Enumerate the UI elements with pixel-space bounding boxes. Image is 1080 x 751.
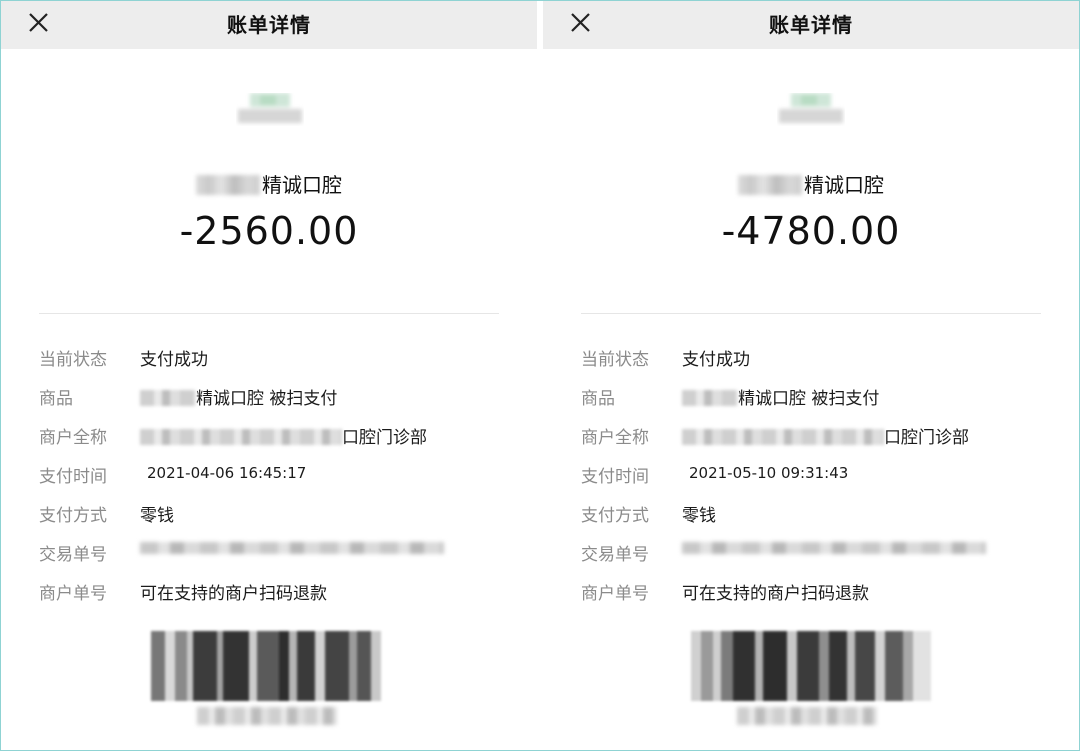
detail-label: 支付时间: [581, 467, 649, 487]
divider: [39, 313, 499, 314]
detail-label: 商户全称: [39, 428, 107, 448]
detail-value: 口腔门诊部: [140, 423, 427, 448]
redacted-text: [682, 429, 884, 445]
detail-value: 零钱: [140, 506, 174, 526]
header-bar: 账单详情: [543, 1, 1079, 49]
detail-value: 2021-05-10 09:31:43: [689, 464, 849, 482]
merchant-name: 精诚口腔: [543, 169, 1079, 198]
detail-label: 支付方式: [39, 506, 107, 526]
detail-value: 支付成功: [140, 350, 208, 370]
detail-label: 支付时间: [39, 467, 107, 487]
detail-value: 精诚口腔 被扫支付: [682, 384, 879, 409]
redacted-barcode-number: [197, 707, 337, 725]
header-bar: 账单详情: [1, 1, 537, 49]
product-text: 精诚口腔 被扫支付: [738, 389, 880, 409]
detail-label: 商户单号: [581, 584, 649, 604]
page-title: 账单详情: [227, 13, 311, 37]
merchant-name: 精诚口腔: [1, 169, 537, 198]
bill-detail-panel-left: 账单详情 精诚口腔 -2560.00 当前状态 支付成功 商品 精诚口腔 被扫支…: [1, 1, 537, 749]
merchant-logo-icon: [236, 93, 304, 127]
redacted-text: [140, 429, 342, 445]
redacted-barcode-number: [737, 707, 877, 725]
bill-detail-panel-right: 账单详情 精诚口腔 -4780.00 当前状态 支付成功 商品 精诚口腔 被扫支…: [543, 1, 1079, 749]
detail-value: 可在支持的商户扫码退款: [140, 584, 327, 604]
merchant-logo-icon: [777, 93, 845, 127]
detail-value: 口腔门诊部: [682, 423, 969, 448]
merchant-fullname-text: 口腔门诊部: [342, 428, 427, 448]
detail-label: 交易单号: [39, 545, 107, 565]
detail-value: 支付成功: [682, 350, 750, 370]
divider: [581, 313, 1041, 314]
detail-value[interactable]: [140, 540, 444, 560]
barcode-icon[interactable]: [691, 631, 931, 701]
merchant-name-text: 精诚口腔: [262, 173, 342, 197]
detail-label: 当前状态: [581, 350, 649, 370]
detail-label: 商品: [581, 389, 615, 409]
barcode-icon[interactable]: [151, 631, 381, 701]
detail-value: 可在支持的商户扫码退款: [682, 584, 869, 604]
detail-value: 精诚口腔 被扫支付: [140, 384, 337, 409]
detail-label: 当前状态: [39, 350, 107, 370]
detail-label: 商品: [39, 389, 73, 409]
redacted-text: [682, 390, 738, 406]
detail-value: 2021-04-06 16:45:17: [147, 464, 307, 482]
redacted-transaction-id: [140, 542, 444, 554]
page-title: 账单详情: [769, 13, 853, 37]
redacted-text: [196, 175, 260, 195]
redacted-text: [140, 390, 196, 406]
merchant-name-text: 精诚口腔: [804, 173, 884, 197]
detail-value[interactable]: [682, 540, 986, 560]
redacted-transaction-id: [682, 542, 986, 554]
payment-amount: -4780.00: [721, 209, 901, 253]
detail-value: 零钱: [682, 506, 716, 526]
redacted-text: [738, 175, 802, 195]
detail-label: 商户全称: [581, 428, 649, 448]
merchant-fullname-text: 口腔门诊部: [884, 428, 969, 448]
product-text: 精诚口腔 被扫支付: [196, 389, 338, 409]
payment-amount: -2560.00: [179, 209, 359, 253]
detail-label: 商户单号: [39, 584, 107, 604]
detail-label: 交易单号: [581, 545, 649, 565]
detail-label: 支付方式: [581, 506, 649, 526]
